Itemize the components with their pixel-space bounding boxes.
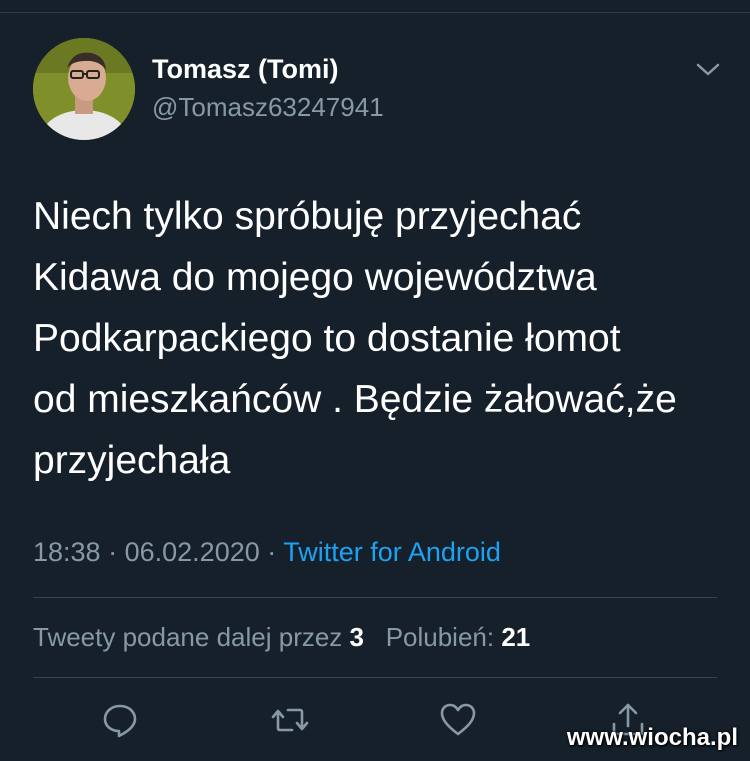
author-name[interactable]: Tomasz (Tomi): [152, 54, 339, 85]
retweet-icon[interactable]: [270, 700, 310, 740]
meta-separator: ·: [267, 537, 277, 567]
tweet-text-line: Niech tylko spróbuję przyjechać: [33, 195, 582, 238]
author-handle[interactable]: @Tomasz63247941: [152, 92, 384, 123]
divider: [33, 597, 717, 598]
tweet-text-line: Kidawa do mojego województwa: [33, 256, 597, 299]
reply-icon[interactable]: [100, 700, 140, 740]
tweet-stats: Tweety podane dalej przez 3 Polubień: 21: [33, 622, 530, 653]
retweets-label[interactable]: Tweety podane dalej przez: [33, 622, 342, 652]
avatar[interactable]: [33, 38, 135, 140]
divider: [33, 677, 717, 678]
top-divider: [0, 12, 750, 13]
likes-count[interactable]: 21: [501, 622, 530, 652]
heart-icon[interactable]: [438, 700, 478, 740]
retweets-count[interactable]: 3: [350, 622, 364, 652]
tweet-text-line: od mieszkańców . Będzie żałować,że: [33, 378, 677, 421]
chevron-down-icon[interactable]: [694, 60, 722, 80]
avatar-photo: [33, 38, 135, 140]
tweet-time: 18:38: [33, 537, 101, 567]
tweet-meta: 18:38 · 06.02.2020 · Twitter for Android: [33, 537, 501, 568]
tweet-text-line: przyjechała: [33, 439, 231, 482]
tweet-text: Niech tylko spróbuję przyjechać Kidawa d…: [33, 186, 723, 491]
tweet-source-link[interactable]: Twitter for Android: [283, 537, 501, 567]
watermark: www.wiocha.pl: [566, 724, 738, 751]
tweet-text-line: Podkarpackiego to dostanie łomot: [33, 317, 621, 360]
likes-label[interactable]: Polubień:: [386, 622, 494, 652]
tweet-date: 06.02.2020: [124, 537, 260, 567]
meta-separator: ·: [108, 537, 118, 567]
